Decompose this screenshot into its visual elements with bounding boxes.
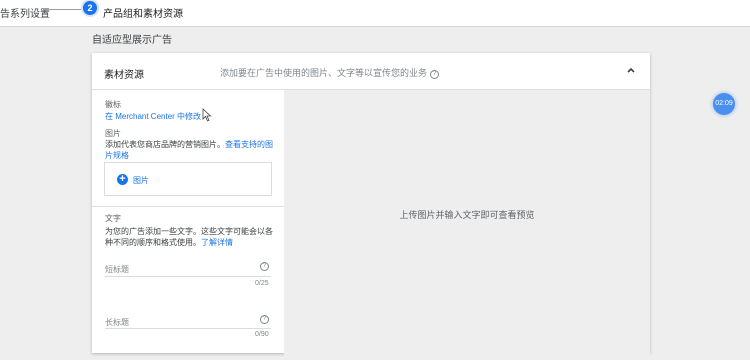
- recording-timer-badge[interactable]: 02:09: [713, 93, 735, 115]
- step-campaign-settings[interactable]: 告系列设置: [0, 5, 50, 20]
- logo-label: 徽标: [105, 100, 121, 109]
- assets-card-header[interactable]: 素材资源 添加要在广告中使用的图片、文字等以宣传您的业务?: [92, 53, 650, 90]
- step-product-groups-assets[interactable]: 产品组和素材资源: [103, 5, 183, 20]
- help-icon[interactable]: ?: [260, 262, 269, 271]
- merchant-center-edit-link[interactable]: 在 Merchant Center 中修改: [105, 111, 201, 122]
- images-description: 添加代表您商店品牌的营销图片。查看支持的图片规格: [105, 139, 275, 161]
- divider: [92, 206, 284, 207]
- learn-more-link[interactable]: 了解详情: [201, 238, 233, 247]
- help-icon[interactable]: ?: [260, 315, 269, 324]
- stepper: 告系列设置 2 产品组和素材资源: [0, 0, 750, 27]
- preview-placeholder-text: 上传图片并输入文字即可查看预览: [399, 210, 535, 220]
- mouse-cursor-icon: [202, 108, 212, 122]
- assets-card-description-text: 添加要在广告中使用的图片、文字等以宣传您的业务: [220, 68, 428, 78]
- short-headline-label: 短标题: [105, 265, 129, 274]
- add-image-button[interactable]: + 图片: [104, 162, 272, 196]
- images-label: 图片: [105, 129, 121, 138]
- plus-icon: +: [117, 174, 128, 185]
- help-icon[interactable]: ?: [430, 70, 440, 79]
- short-headline-underline: [105, 276, 271, 277]
- text-label: 文字: [105, 214, 121, 223]
- step-number-badge: 2: [83, 1, 97, 15]
- section-title: 自适应型展示广告: [92, 35, 172, 46]
- long-headline-label: 长标题: [105, 318, 129, 327]
- short-headline-counter: 0/25: [255, 280, 269, 287]
- assets-card-title: 素材资源: [104, 70, 144, 81]
- add-image-label: 图片: [133, 176, 149, 185]
- assets-form: 徽标 在 Merchant Center 中修改 图片 添加代表您商店品牌的营销…: [92, 90, 284, 360]
- long-headline-counter: 0/90: [255, 331, 269, 338]
- text-description: 为您的广告添加一些文字。这些文字可能会以各种不同的顺序和格式使用。了解详情: [105, 226, 275, 248]
- images-description-text: 添加代表您商店品牌的营销图片。: [105, 140, 225, 149]
- ad-preview-panel: 上传图片并输入文字即可查看预览: [284, 90, 650, 360]
- assets-card: 素材资源 添加要在广告中使用的图片、文字等以宣传您的业务? 徽标 在 Merch…: [92, 53, 650, 360]
- assets-card-description: 添加要在广告中使用的图片、文字等以宣传您的业务?: [220, 66, 440, 79]
- step-connector: [43, 9, 81, 10]
- long-headline-underline: [105, 328, 271, 329]
- text-description-text: 为您的广告添加一些文字。这些文字可能会以各种不同的顺序和格式使用。: [105, 227, 273, 247]
- chevron-up-icon[interactable]: [626, 65, 636, 75]
